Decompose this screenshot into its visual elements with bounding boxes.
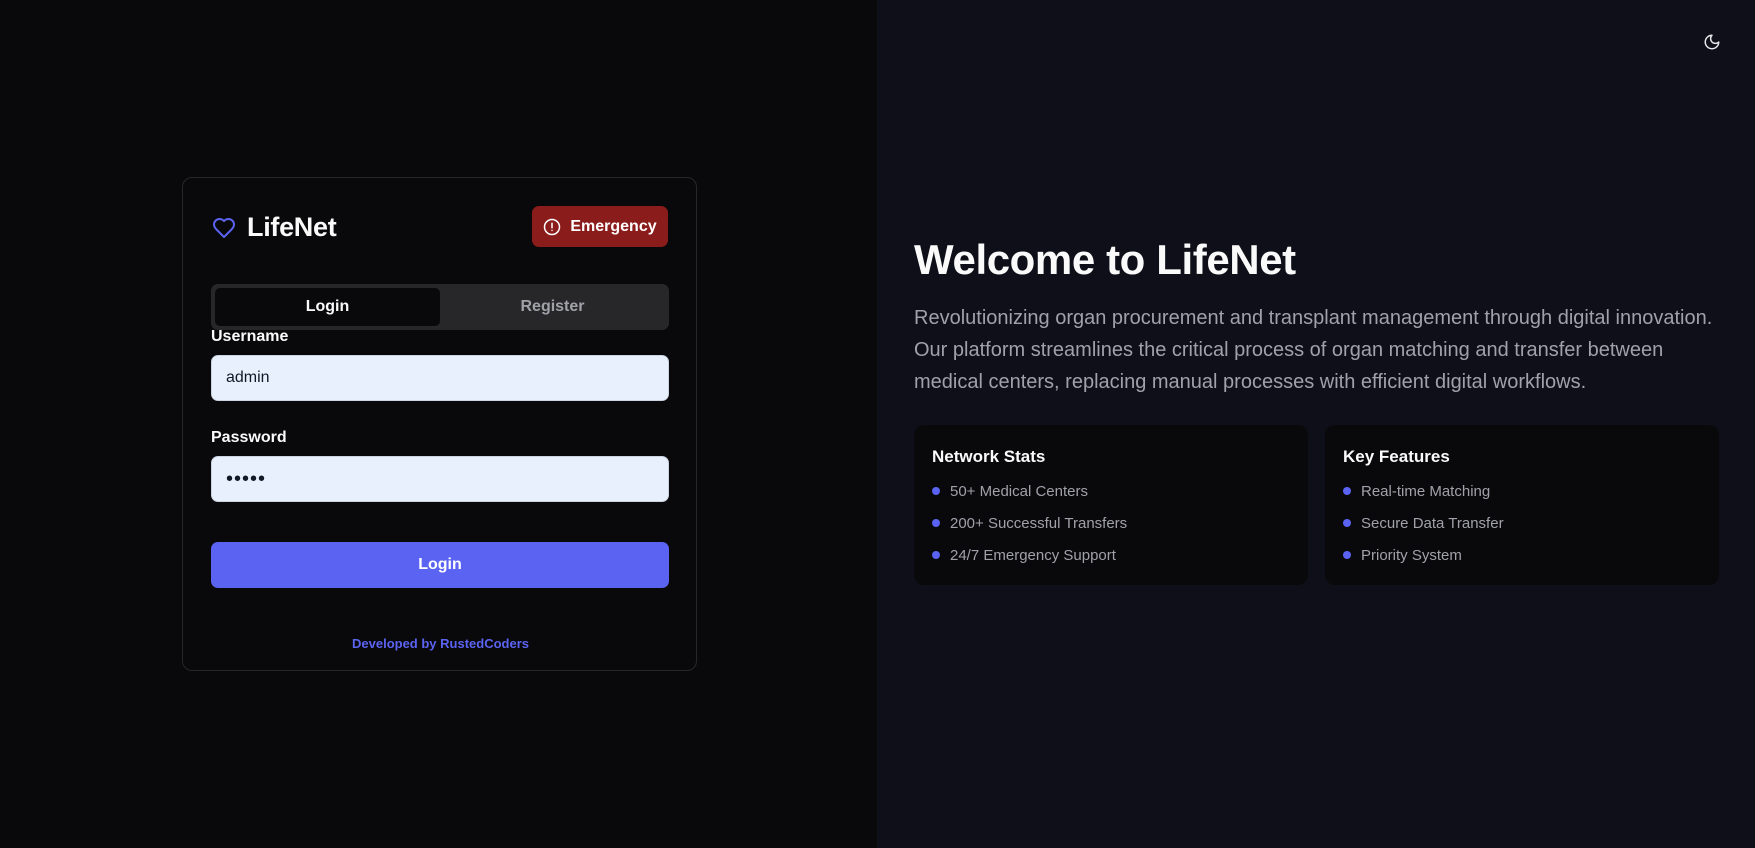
developer-credit-link[interactable]: Developed by RustedCoders — [183, 636, 698, 651]
login-card: LifeNet Emergency Login Register Usernam… — [182, 177, 697, 671]
hero-description: Revolutionizing organ procurement and tr… — [914, 307, 1713, 393]
network-stats-title: Network Stats — [932, 447, 1046, 466]
tab-login[interactable]: Login — [215, 288, 440, 326]
login-button[interactable]: Login — [211, 542, 669, 588]
list-item: Real-time Matching — [1343, 475, 1701, 507]
left-panel: LifeNet Emergency Login Register Usernam… — [0, 0, 877, 848]
emergency-button[interactable]: Emergency — [532, 206, 668, 247]
password-label: Password — [211, 429, 287, 446]
list-item: Priority System — [1343, 539, 1701, 571]
key-features-card: Key Features Real-time Matching Secure D… — [1325, 425, 1719, 585]
password-input[interactable]: ••••• — [211, 456, 669, 502]
auth-tabs: Login Register — [211, 284, 669, 330]
key-features-title: Key Features — [1343, 447, 1450, 466]
list-item: Secure Data Transfer — [1343, 507, 1701, 539]
username-label: Username — [211, 328, 289, 345]
theme-toggle-button[interactable] — [1700, 30, 1724, 54]
brand: LifeNet — [211, 212, 337, 243]
list-item: 200+ Successful Transfers — [932, 507, 1290, 539]
hero-title: Welcome to LifeNet — [914, 236, 1296, 283]
list-item: 24/7 Emergency Support — [932, 539, 1290, 571]
bullet-icon — [932, 519, 940, 527]
bullet-icon — [1343, 519, 1351, 527]
alert-circle-icon — [543, 218, 561, 236]
bullet-icon — [932, 551, 940, 559]
tab-register[interactable]: Register — [440, 288, 665, 326]
bullet-icon — [932, 487, 940, 495]
emergency-label: Emergency — [570, 217, 657, 235]
brand-name: LifeNet — [247, 212, 337, 242]
heart-icon — [211, 216, 237, 240]
list-item: 50+ Medical Centers — [932, 475, 1290, 507]
network-stats-card: Network Stats 50+ Medical Centers 200+ S… — [914, 425, 1308, 585]
username-input[interactable]: admin — [211, 355, 669, 401]
bullet-icon — [1343, 551, 1351, 559]
bullet-icon — [1343, 487, 1351, 495]
right-panel — [877, 0, 1755, 848]
moon-icon — [1703, 33, 1721, 51]
